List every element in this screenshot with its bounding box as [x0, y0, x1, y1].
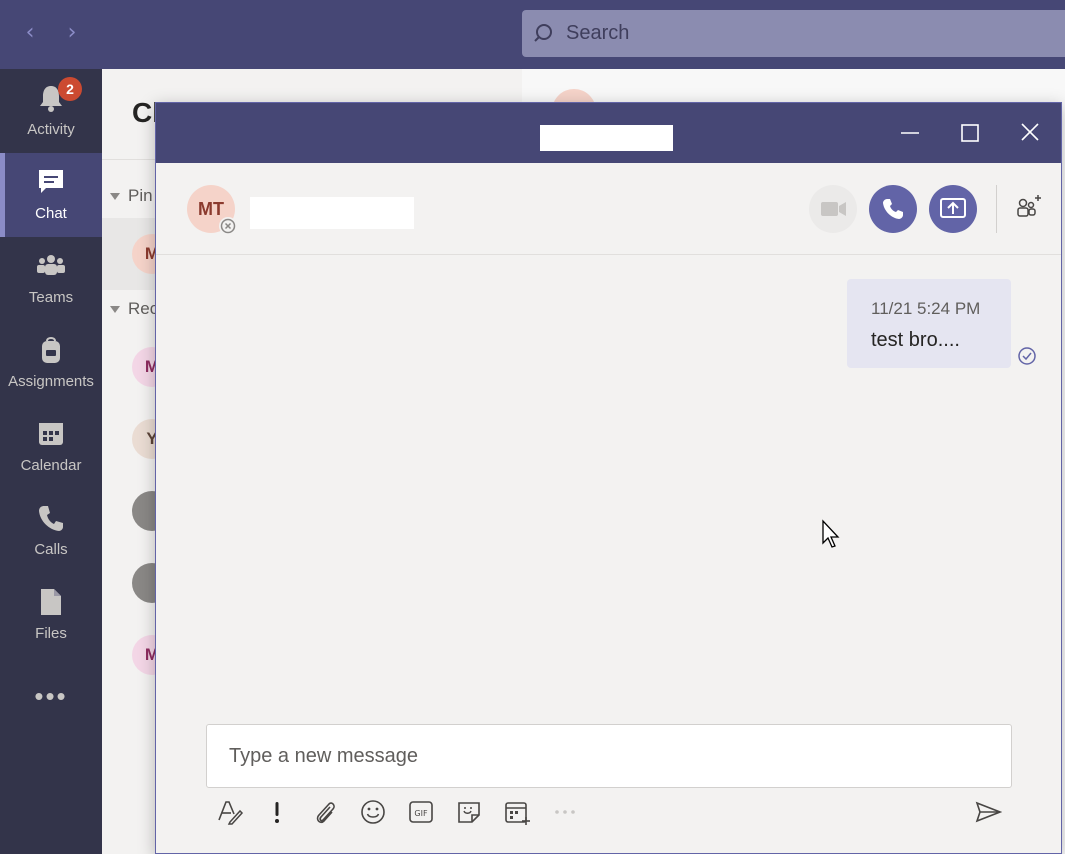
activity-badge: 2	[58, 77, 82, 101]
more-options-icon	[555, 810, 575, 814]
message-input[interactable]	[229, 725, 989, 787]
rail-label-chat: Chat	[35, 205, 67, 222]
minimize-icon	[901, 132, 919, 134]
rail-label-files: Files	[35, 625, 67, 642]
chevron-left-icon[interactable]: ‹	[20, 22, 40, 44]
pinned-section-toggle[interactable]: Pin	[110, 186, 153, 206]
phone-icon	[39, 506, 63, 531]
rail-item-assignments[interactable]: Assignments	[0, 321, 102, 405]
caret-down-icon	[110, 193, 120, 201]
emoji-button[interactable]	[359, 798, 387, 826]
caret-down-icon	[110, 306, 120, 314]
attach-button[interactable]	[311, 798, 339, 826]
rail-label-activity: Activity	[27, 121, 75, 138]
close-icon	[1021, 123, 1039, 141]
sent-check-icon	[1017, 346, 1037, 366]
rail-label-calendar: Calendar	[20, 457, 82, 474]
schedule-meeting-button[interactable]	[503, 798, 531, 826]
rail-item-calls[interactable]: Calls	[0, 489, 102, 573]
teams-icon	[37, 255, 65, 275]
screen-share-button[interactable]	[929, 185, 977, 233]
screen-share-icon	[940, 198, 966, 218]
audio-call-button[interactable]	[869, 185, 917, 233]
popout-chat-window: MT 11/21 5:24 PM test bro.... Type a new…	[155, 102, 1062, 854]
header-divider	[996, 185, 997, 233]
message-composer[interactable]	[206, 724, 1012, 788]
search-box[interactable]	[522, 10, 1065, 57]
chevron-right-icon[interactable]: ›	[62, 22, 82, 44]
more-apps-button[interactable]: •••	[0, 681, 102, 721]
svg-text:GIF: GIF	[414, 809, 428, 818]
schedule-meeting-icon	[505, 802, 530, 825]
sent-message[interactable]: 11/21 5:24 PM test bro....	[847, 279, 1011, 368]
chat-icon	[39, 170, 63, 193]
format-button[interactable]	[216, 798, 244, 826]
sticker-icon	[458, 802, 480, 823]
maximize-button[interactable]	[952, 117, 988, 149]
message-text: test bro....	[871, 329, 960, 351]
file-icon	[41, 589, 61, 615]
maximize-icon	[961, 124, 979, 142]
close-button[interactable]	[1012, 117, 1048, 149]
offline-icon	[219, 217, 237, 235]
calendar-icon	[39, 423, 63, 445]
gif-button[interactable]: GIF	[407, 798, 435, 826]
important-icon	[275, 802, 279, 823]
more-options-button[interactable]	[551, 798, 579, 826]
add-people-button[interactable]	[1010, 191, 1046, 227]
app-top-bar: ‹ ›	[0, 0, 1065, 69]
contact-name-redacted	[250, 197, 414, 229]
recent-section-toggle[interactable]: Rec	[110, 299, 158, 319]
backpack-icon	[42, 337, 60, 363]
rail-item-calendar[interactable]: Calendar	[0, 405, 102, 489]
search-icon	[534, 24, 552, 42]
rail-item-activity[interactable]: 2 Activity	[0, 69, 102, 153]
rail-label-teams: Teams	[28, 289, 74, 306]
message-timestamp: 11/21 5:24 PM	[871, 299, 981, 318]
important-button[interactable]	[263, 798, 291, 826]
minimize-button[interactable]	[892, 117, 928, 149]
rail-item-chat[interactable]: Chat	[0, 153, 102, 237]
send-icon	[975, 801, 1003, 823]
send-button[interactable]	[974, 798, 1003, 826]
window-title-redacted	[540, 125, 673, 151]
rail-label-calls: Calls	[34, 541, 68, 558]
mouse-cursor-icon	[822, 519, 840, 548]
add-people-icon	[1017, 195, 1041, 217]
rail-item-teams[interactable]: Teams	[0, 237, 102, 321]
recent-section-label: Rec	[128, 299, 159, 318]
pinned-section-label: Pin	[128, 186, 153, 205]
gif-icon: GIF	[409, 801, 433, 823]
video-call-button[interactable]	[809, 185, 857, 233]
window-title-bar	[156, 103, 1061, 163]
audio-call-icon	[883, 199, 903, 219]
chat-header: MT	[156, 163, 1061, 255]
app-bar: 2 Activity Chat Teams Assignments Calend…	[0, 69, 102, 854]
emoji-icon	[361, 800, 385, 824]
search-input[interactable]	[566, 10, 966, 57]
video-call-icon	[821, 202, 846, 216]
format-icon	[218, 801, 244, 825]
rail-item-files[interactable]: Files	[0, 573, 102, 657]
sticker-button[interactable]	[455, 798, 483, 826]
rail-label-assignments: Assignments	[8, 373, 94, 390]
attach-icon	[316, 802, 335, 824]
